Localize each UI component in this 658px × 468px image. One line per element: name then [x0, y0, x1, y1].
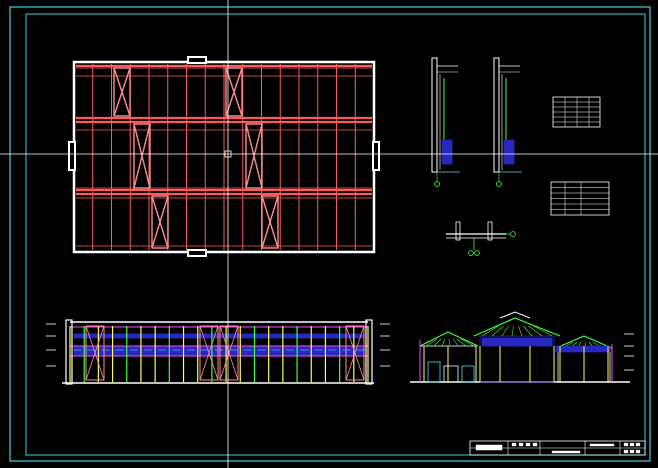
title-block-text-mark	[623, 442, 629, 447]
wall-section-block	[503, 139, 515, 165]
title-block-text-mark	[629, 442, 635, 447]
title-block-text-mark	[532, 442, 538, 447]
title-block-text-mark	[525, 442, 531, 447]
title-block-text-mark	[511, 442, 517, 447]
title-block-text-mark	[629, 449, 635, 454]
plan-wall-notch	[187, 249, 207, 257]
side-right-band	[555, 345, 611, 353]
title-block-name-fill	[475, 444, 503, 451]
side-center-band	[481, 337, 553, 347]
title-block-text-mark	[635, 449, 641, 454]
plan-wall-notch	[187, 56, 207, 64]
elev-beam-band	[73, 333, 365, 339]
title-block-name-fill	[551, 450, 581, 454]
title-block-name-fill	[589, 443, 615, 447]
plan-wall-notch	[372, 141, 380, 171]
title-block-text-mark	[623, 449, 629, 454]
title-block-text-mark	[635, 442, 641, 447]
plan-wall-notch	[68, 141, 76, 171]
cad-drawing-canvas[interactable]	[0, 0, 658, 468]
wall-section-block	[441, 139, 453, 165]
title-block-text-mark	[518, 442, 524, 447]
model-space-background	[0, 0, 658, 468]
elev-window-band	[73, 345, 365, 357]
